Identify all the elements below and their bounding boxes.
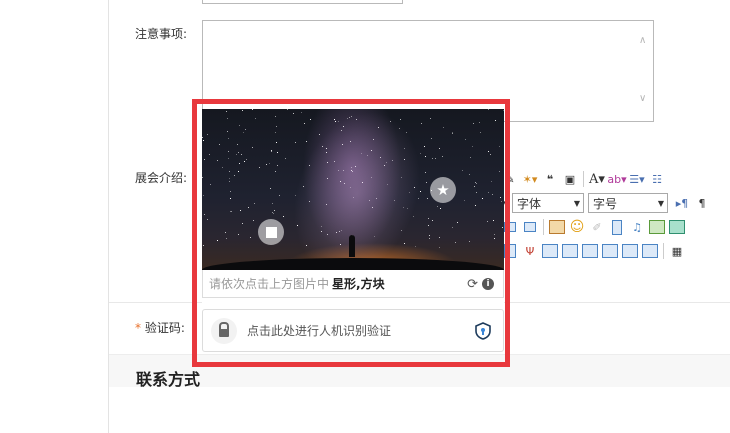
merge-cells-icon[interactable] bbox=[600, 242, 620, 260]
insert-row-icon[interactable] bbox=[560, 242, 580, 260]
highlight-frame bbox=[192, 99, 510, 367]
image-icon[interactable] bbox=[547, 218, 567, 236]
chevron-down-icon: ▼ bbox=[573, 198, 580, 208]
map-icon[interactable] bbox=[647, 218, 667, 236]
emoticon-icon[interactable]: ☺ bbox=[567, 218, 587, 236]
captcha-label: * 验证码: bbox=[135, 319, 185, 336]
gmap-icon[interactable] bbox=[667, 218, 687, 236]
toolbar-row-3: ☺ ✐ ♫ bbox=[500, 217, 687, 237]
unordered-list-icon[interactable]: ☷ bbox=[647, 170, 667, 188]
font-size-select[interactable]: 字号 ▼ bbox=[588, 193, 668, 213]
merge-down-icon[interactable] bbox=[640, 242, 660, 260]
table-icon[interactable] bbox=[540, 242, 560, 260]
section-title: 联系方式 bbox=[136, 370, 201, 389]
rtl-icon[interactable]: ¶ bbox=[692, 194, 712, 212]
split-cells-icon[interactable]: ▦ bbox=[667, 242, 687, 260]
toolbar-row-1: ✎ ✶▾ ❝ ▣ A▾ ab▾ ☰▾ ☷ bbox=[500, 169, 667, 189]
toolbar-row-2: ▾ 字体 ▼ 字号 ▼ ▸¶ ¶ bbox=[500, 193, 712, 213]
previous-field-input[interactable] bbox=[202, 0, 403, 4]
captcha-label-text: 验证码: bbox=[144, 321, 185, 335]
quote-icon[interactable]: ❝ bbox=[540, 170, 560, 188]
magic-icon[interactable]: ✶▾ bbox=[520, 170, 540, 188]
insert-col-icon[interactable] bbox=[580, 242, 600, 260]
delete-col-icon[interactable]: Ψ bbox=[520, 242, 540, 260]
notes-label: 注意事项: bbox=[135, 27, 188, 41]
paste-icon[interactable]: ▣ bbox=[560, 170, 580, 188]
size-select-value: 字号 bbox=[593, 196, 618, 211]
toolbar-row-4: Ψ ▦ bbox=[500, 241, 687, 261]
intro-label: 展会介绍: bbox=[135, 171, 188, 185]
font-family-select[interactable]: 字体 ▼ bbox=[512, 193, 584, 213]
font-color-icon[interactable]: A▾ bbox=[587, 170, 607, 188]
ordered-list-icon[interactable]: ☰▾ bbox=[627, 170, 647, 188]
chevron-down-icon: ▼ bbox=[657, 198, 664, 208]
music-icon[interactable]: ♫ bbox=[627, 218, 647, 236]
scroll-up-icon[interactable]: ∧ bbox=[639, 35, 649, 46]
rich-text-editor[interactable]: ✎ ✶▾ ❝ ▣ A▾ ab▾ ☰▾ ☷ ▾ 字体 ▼ 字号 ▼ ▸¶ ¶ ☺ … bbox=[500, 165, 730, 267]
font-select-value: 字体 bbox=[517, 196, 542, 211]
video-icon[interactable] bbox=[607, 218, 627, 236]
required-mark: * bbox=[135, 321, 141, 335]
ltr-icon[interactable]: ▸¶ bbox=[672, 194, 692, 212]
toolbar-separator bbox=[583, 171, 584, 187]
page-break-icon[interactable] bbox=[520, 218, 540, 236]
merge-right-icon[interactable] bbox=[620, 242, 640, 260]
scrawl-icon[interactable]: ✐ bbox=[587, 218, 607, 236]
toolbar-separator bbox=[663, 243, 664, 259]
toolbar-separator bbox=[543, 219, 544, 235]
highlight-icon[interactable]: ab▾ bbox=[607, 170, 627, 188]
scroll-down-icon[interactable]: ∨ bbox=[639, 93, 649, 104]
